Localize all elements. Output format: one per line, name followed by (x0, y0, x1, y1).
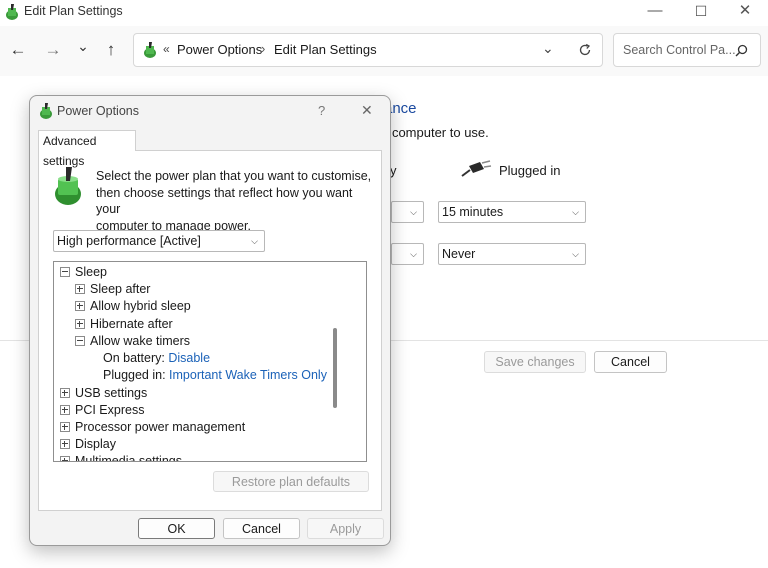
plugged-in-header: Plugged in (499, 163, 561, 178)
tree-label: Sleep (75, 265, 107, 279)
maximize-button[interactable]: ☐ (678, 0, 724, 24)
power-options-icon (144, 42, 156, 58)
tree-node-sleep[interactable]: Sleep (60, 265, 107, 279)
minimize-button[interactable]: — (632, 0, 678, 24)
tree-node-wake-timers[interactable]: Allow wake timers (75, 334, 190, 348)
tree-node-pci-express[interactable]: PCI Express (60, 403, 144, 417)
expand-icon[interactable] (75, 318, 85, 329)
power-plan-value: High performance [Active] (57, 234, 201, 248)
tree-label: Sleep after (90, 282, 151, 296)
sleep-plugged-in-select[interactable]: Never ⌵ (438, 243, 586, 265)
address-dropdown-icon[interactable]: ⌄ (542, 40, 554, 57)
expand-icon[interactable] (60, 404, 70, 415)
tree-node-multimedia[interactable]: Multimedia settings (60, 454, 182, 462)
apply-button[interactable]: Apply (307, 518, 384, 539)
recent-locations-button[interactable]: ⌄ (72, 34, 94, 58)
search-icon[interactable] (735, 44, 748, 57)
on-battery-label: On battery: (103, 351, 165, 365)
power-options-icon (6, 4, 18, 20)
tree-node-hybrid-sleep[interactable]: Allow hybrid sleep (75, 299, 191, 313)
tree-label: Allow wake timers (90, 334, 191, 348)
dialog-title: Power Options (57, 104, 139, 118)
display-on-battery-select[interactable]: ⌵ (391, 201, 424, 223)
power-options-dialog: Power Options ? ✕ Select the power plan … (29, 95, 391, 546)
page-description-fragment: r computer to use. (384, 125, 489, 140)
save-changes-button[interactable]: Save changes (484, 351, 586, 373)
power-plan-select[interactable]: High performance [Active] ⌵ (53, 230, 265, 252)
tab-advanced-settings[interactable]: Advanced settings (38, 130, 136, 168)
dialog-cancel-button[interactable]: Cancel (223, 518, 300, 539)
tree-label: Display (75, 437, 116, 451)
display-plugged-in-value: 15 minutes (442, 205, 504, 219)
tree-label: Hibernate after (90, 317, 173, 331)
sleep-on-battery-select[interactable]: ⌵ (391, 243, 424, 265)
search-box[interactable]: Search Control Pa... (613, 33, 761, 67)
forward-button[interactable]: → (42, 38, 64, 62)
breadcrumb-edit-plan-settings[interactable]: Edit Plan Settings (274, 42, 377, 57)
tree-node-hibernate-after[interactable]: Hibernate after (75, 317, 173, 331)
plugged-in-label: Plugged in: (103, 368, 166, 382)
settings-tree[interactable]: Sleep Sleep after Allow hybrid sleep Hib… (53, 261, 367, 462)
close-button[interactable]: ✕ (722, 0, 768, 24)
instructions-line-2: then choose settings that reflect how yo… (96, 185, 353, 217)
up-button[interactable]: ↑ (100, 38, 122, 62)
ok-button[interactable]: OK (138, 518, 215, 539)
tree-label: Multimedia settings (75, 454, 182, 462)
tree-node-display[interactable]: Display (60, 437, 116, 451)
power-plan-icon (55, 167, 81, 205)
tree-node-sleep-after[interactable]: Sleep after (75, 282, 150, 296)
tree-node-on-battery[interactable]: On battery: Disable (103, 351, 210, 365)
breadcrumb-power-options[interactable]: Power Options (177, 42, 262, 57)
dialog-close-button[interactable]: ✕ (361, 102, 373, 119)
tree-label: PCI Express (75, 403, 145, 417)
power-plug-icon (461, 160, 492, 177)
back-button[interactable]: ← (7, 38, 29, 62)
expand-icon[interactable] (60, 438, 70, 449)
restore-defaults-button[interactable]: Restore plan defaults (213, 471, 369, 492)
breadcrumb-overflow[interactable]: « (163, 42, 170, 56)
window-title: Edit Plan Settings (24, 4, 123, 18)
instructions-text: Select the power plan that you want to c… (96, 168, 376, 234)
breadcrumb-separator: › (261, 41, 266, 56)
tree-label: Allow hybrid sleep (90, 299, 191, 313)
tree-node-processor[interactable]: Processor power management (60, 420, 245, 434)
instructions-line-1: Select the power plan that you want to c… (96, 169, 372, 183)
expand-icon[interactable] (60, 387, 70, 398)
search-input[interactable]: Search Control Pa... (623, 43, 736, 57)
expand-icon[interactable] (75, 283, 85, 294)
cancel-button[interactable]: Cancel (594, 351, 667, 373)
tree-node-usb[interactable]: USB settings (60, 386, 147, 400)
collapse-icon[interactable] (75, 335, 85, 346)
refresh-icon[interactable] (578, 43, 592, 57)
tree-node-plugged-in[interactable]: Plugged in: Important Wake Timers Only (103, 368, 327, 382)
address-bar[interactable]: « Power Options › Edit Plan Settings ⌄ (133, 33, 603, 67)
window-titlebar: Edit Plan Settings — ☐ ✕ (0, 0, 768, 26)
expand-icon[interactable] (60, 455, 70, 461)
expand-icon[interactable] (60, 421, 70, 432)
tree-scrollbar[interactable] (333, 328, 337, 408)
tree-label: USB settings (75, 386, 148, 400)
help-button[interactable]: ? (318, 103, 325, 118)
tree-label: Processor power management (75, 420, 246, 434)
display-plugged-in-select[interactable]: 15 minutes ⌵ (438, 201, 586, 223)
expand-icon[interactable] (75, 300, 85, 311)
sleep-plugged-in-value: Never (442, 247, 476, 261)
plugged-in-value[interactable]: Important Wake Timers Only (169, 368, 327, 382)
on-battery-value[interactable]: Disable (168, 351, 210, 365)
collapse-icon[interactable] (60, 266, 70, 277)
power-options-icon (40, 103, 52, 119)
